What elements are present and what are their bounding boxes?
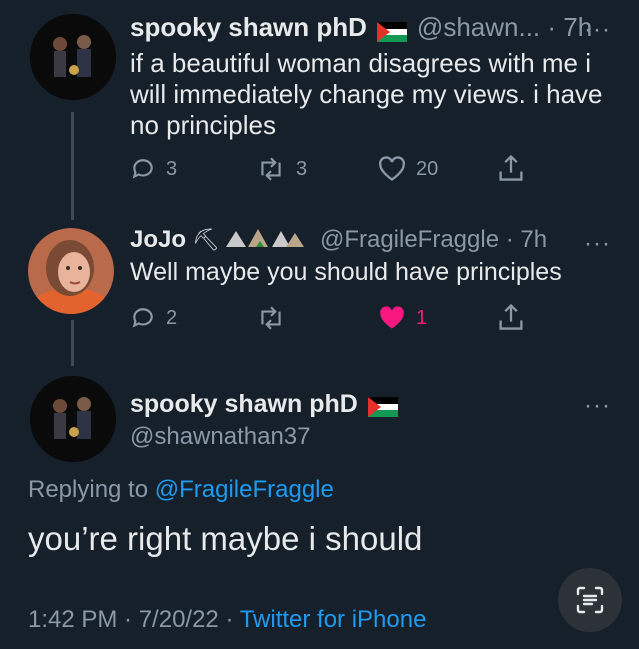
display-name[interactable]: JoJo bbox=[130, 226, 186, 254]
tweet1-header: spooky shawn phD @shawn... · 7h bbox=[130, 12, 592, 43]
thread-line bbox=[71, 112, 74, 220]
replying-prefix: Replying to bbox=[28, 476, 149, 503]
tweet2-header: JoJo ⛏ @FragileFraggle · 7h bbox=[130, 226, 547, 254]
more-icon[interactable]: ··· bbox=[584, 230, 611, 258]
retweet-button[interactable]: 3 bbox=[256, 156, 307, 182]
share-button[interactable] bbox=[497, 153, 535, 183]
like-button[interactable]: 1 bbox=[378, 305, 427, 331]
like-count: 20 bbox=[416, 157, 439, 180]
tweet3-text: you’re right maybe i should bbox=[28, 520, 423, 557]
more-icon[interactable]: ··· bbox=[584, 392, 611, 420]
tweet-meta: 1:42 PM · 7/20/22 · Twitter for iPhone bbox=[28, 606, 426, 634]
avatar-shawn[interactable] bbox=[30, 376, 116, 462]
avatar-shawn[interactable] bbox=[30, 14, 116, 100]
flag-icon bbox=[367, 395, 398, 417]
handle[interactable]: @shawnathan37 bbox=[130, 423, 311, 451]
display-name[interactable]: spooky shawn phD bbox=[130, 390, 358, 419]
retweet-icon bbox=[261, 157, 281, 181]
share-icon bbox=[499, 303, 523, 330]
handle-time[interactable]: @shawn... · 7h bbox=[417, 12, 592, 43]
reply-button[interactable]: 2 bbox=[130, 305, 177, 331]
like-count: 1 bbox=[416, 306, 428, 329]
flag-icon bbox=[376, 18, 407, 42]
reply-icon bbox=[132, 308, 153, 328]
emoji-pickaxe-icon: ⛏ bbox=[192, 227, 220, 252]
reply-button[interactable]: 3 bbox=[130, 156, 177, 182]
tweet1-text: if a beautiful woman disagrees with me i… bbox=[130, 48, 603, 140]
retweet-icon bbox=[261, 306, 281, 330]
like-icon bbox=[379, 156, 405, 181]
retweet-button[interactable] bbox=[256, 305, 296, 331]
replying-to: Replying to @FragileFraggle bbox=[28, 476, 334, 504]
retweet-count: 3 bbox=[296, 157, 308, 180]
reply-count: 3 bbox=[166, 157, 178, 180]
like-button[interactable]: 20 bbox=[378, 156, 438, 182]
replying-to-link[interactable]: @FragileFraggle bbox=[155, 476, 334, 503]
share-icon bbox=[499, 154, 523, 181]
avatar-jojo[interactable] bbox=[28, 228, 114, 314]
source-link[interactable]: Twitter for iPhone bbox=[240, 606, 427, 633]
reply-count: 2 bbox=[166, 306, 178, 329]
emoji-mountain-icon bbox=[225, 226, 306, 254]
more-icon[interactable]: ··· bbox=[584, 16, 611, 44]
thread-line bbox=[71, 320, 74, 366]
tweet3-header: spooky shawn phD bbox=[130, 390, 408, 419]
share-button[interactable] bbox=[497, 302, 535, 332]
reply-icon bbox=[132, 159, 153, 179]
handle-time[interactable]: @FragileFraggle · 7h bbox=[320, 226, 547, 254]
scan-button[interactable] bbox=[558, 568, 622, 632]
like-icon bbox=[380, 306, 404, 329]
display-name[interactable]: spooky shawn phD bbox=[130, 12, 367, 43]
tweet2-text: Well maybe you should have principles bbox=[130, 258, 562, 286]
scan-icon bbox=[576, 586, 604, 614]
timestamp[interactable]: 1:42 PM · 7/20/22 · bbox=[28, 606, 233, 633]
